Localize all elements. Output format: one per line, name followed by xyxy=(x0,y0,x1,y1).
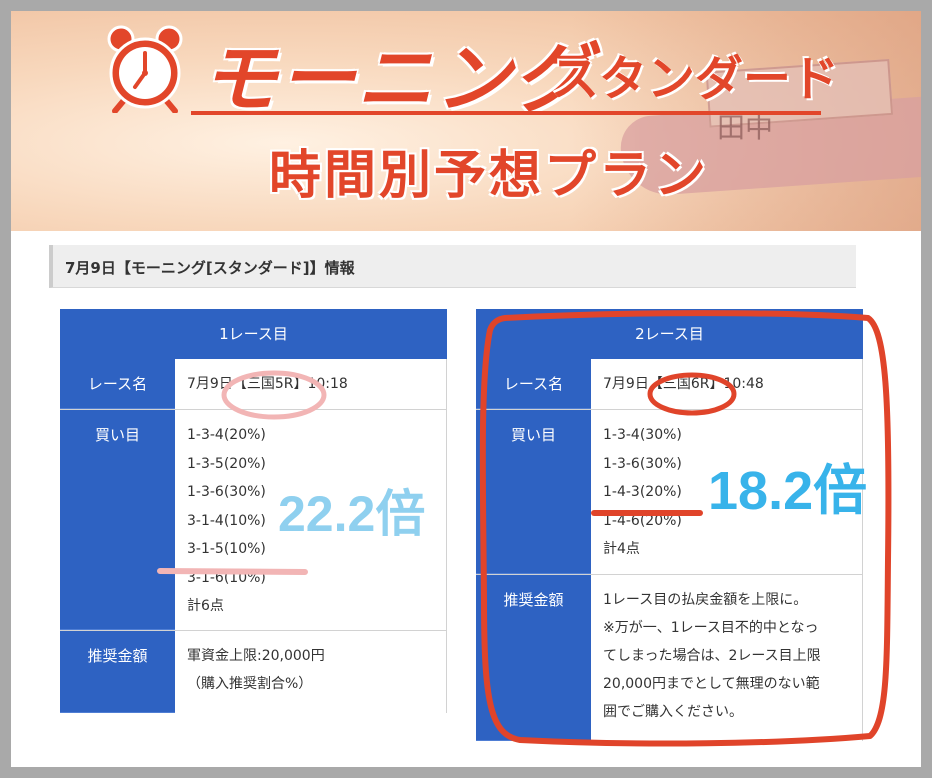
recommended-amount-text: 1レース目の払戻金額を上限に。 ※万が一、1レース目不的中となっ てしまった場合… xyxy=(591,575,863,741)
recommended-amount-row: 推奨金額 1レース目の払戻金額を上限に。 ※万が一、1レース目不的中となっ てし… xyxy=(476,575,863,741)
recommended-amount-label: 推奨金額 xyxy=(476,575,591,741)
race-name-row: レース名 7月9日【三国5R】10:18 xyxy=(60,359,447,410)
alarm-clock-icon xyxy=(107,25,183,113)
banner-title-plan: 時間別予想プラン xyxy=(269,146,710,206)
bet-item: 1-3-4(20%) xyxy=(187,427,266,443)
rec-line: 囲でご購入ください。 xyxy=(603,704,743,720)
rec-line: ※万が一、1レース目不的中となっ xyxy=(603,620,819,636)
left-odds-annotation: 22.2倍 xyxy=(278,486,426,542)
section-header: 7月9日【モーニング[スタンダード]】情報 xyxy=(49,245,856,288)
banner-title-sub: スタンダード xyxy=(551,51,840,107)
bet-total: 計6点 xyxy=(187,598,224,614)
right-odds-annotation: 18.2倍 xyxy=(708,461,868,521)
banner-title-underline xyxy=(191,111,821,115)
bets-label: 買い目 xyxy=(476,410,591,574)
recommended-amount-row: 推奨金額 軍資金上限:20,000円 （購入推奨割合%） xyxy=(60,631,447,713)
bet-total: 計4点 xyxy=(603,541,640,557)
race-name-value: 7月9日【三国6R】10:48 xyxy=(591,359,863,409)
rec-line: 軍資金上限:20,000円 xyxy=(187,648,325,664)
rec-line: 1レース目の払戻金額を上限に。 xyxy=(603,592,808,608)
bets-label: 買い目 xyxy=(60,410,175,630)
race-card-1-heading: 1レース目 xyxy=(60,309,447,359)
rec-line: てしまった場合は、2レース目上限 xyxy=(603,648,821,664)
race-name-label: レース名 xyxy=(60,359,175,409)
race-card-2-heading: 2レース目 xyxy=(476,309,863,359)
bet-item: 3-1-6(10%) xyxy=(187,569,266,586)
race-name-value: 7月9日【三国5R】10:18 xyxy=(175,359,447,409)
rec-line: 20,000円までとして無理のない範 xyxy=(603,676,820,692)
race-card-2: 2レース目 レース名 7月9日【三国6R】10:48 買い目 1-3-4(30%… xyxy=(476,309,863,741)
recommended-amount-label: 推奨金額 xyxy=(60,631,175,713)
section-header-text: 7月9日【モーニング[スタンダード]】情報 xyxy=(65,259,355,277)
rec-line: （購入推奨割合%） xyxy=(187,676,313,692)
hero-banner: 田中 モーニング スタンダード 時間別予想プラン xyxy=(11,11,921,231)
recommended-amount-text: 軍資金上限:20,000円 （購入推奨割合%） xyxy=(175,631,447,713)
race-name-row: レース名 7月9日【三国6R】10:48 xyxy=(476,359,863,410)
race-name-label: レース名 xyxy=(476,359,591,409)
